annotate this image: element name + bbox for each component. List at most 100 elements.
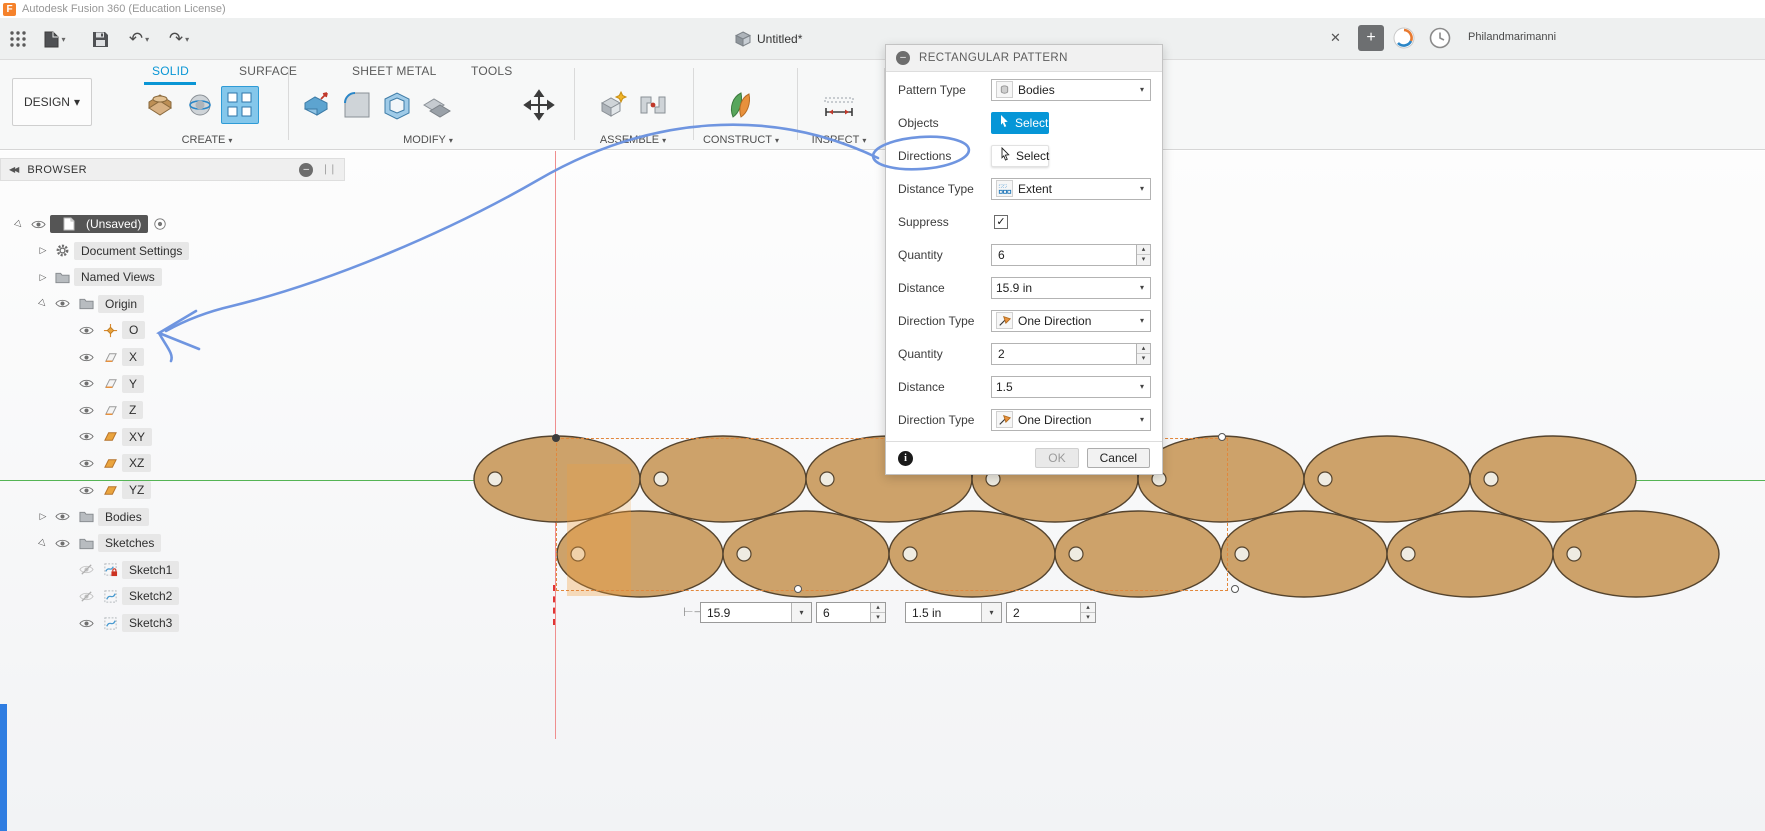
visibility-eye-icon[interactable] (74, 616, 98, 631)
dialog-row-label: Pattern Type (898, 82, 966, 97)
minimize-panel-icon[interactable]: – (299, 162, 314, 177)
tree-item-label[interactable]: Sketch2 (122, 587, 180, 606)
browser-row-sketch3[interactable]: Sketch3 (60, 612, 180, 634)
expander-closed-icon[interactable]: ▷ (36, 272, 50, 283)
ok-button[interactable]: OK (1035, 448, 1079, 468)
visibility-eye-icon[interactable] (50, 536, 74, 551)
stepper-arrows[interactable]: ▴ ▾ (1137, 342, 1151, 365)
distance1-value[interactable]: 15.9 (701, 603, 791, 622)
visibility-eye-icon[interactable] (74, 456, 98, 471)
quantity2-stepper[interactable]: ▴ ▾ (1080, 603, 1095, 622)
tree-item-label[interactable]: Y (122, 374, 145, 393)
quantity1-stepper[interactable]: ▴ ▾ (870, 603, 885, 622)
expander-closed-icon[interactable]: ▷ (36, 245, 50, 256)
tree-item-label[interactable]: X (122, 348, 145, 366)
visibility-eye-icon[interactable] (74, 483, 98, 498)
quantity1-inline-input[interactable]: 6 ▴ ▾ (816, 602, 886, 623)
directions-select-button[interactable]: Select (991, 144, 1049, 167)
browser-row-x[interactable]: X (60, 346, 145, 368)
distance2-inline-input[interactable]: 1.5 in ▾ (905, 602, 1002, 623)
panel-grip-icon[interactable]: ❘❘ (321, 164, 337, 175)
browser-row-z[interactable]: Z (60, 399, 144, 421)
axis-icon (98, 403, 122, 418)
folder-icon (74, 536, 98, 551)
browser-row-origin[interactable]: ▷ Origin (36, 293, 145, 315)
tree-item-label[interactable]: Document Settings (74, 241, 190, 260)
browser-header[interactable]: ◀◀ BROWSER – ❘❘ (0, 158, 345, 181)
expander-closed-icon[interactable]: ▷ (36, 511, 50, 522)
visibility-eye-off-icon[interactable] (74, 589, 98, 604)
visibility-eye-icon[interactable] (74, 350, 98, 365)
tree-item-label[interactable]: YZ (122, 481, 152, 499)
tree-item-label[interactable]: Sketch1 (122, 560, 180, 579)
suppress-checkbox[interactable]: ✓ (994, 214, 1008, 229)
cancel-button[interactable]: Cancel (1086, 448, 1150, 468)
pattern-origin-handle[interactable] (552, 434, 560, 442)
distance2-value[interactable]: 1.5 in (906, 603, 981, 622)
visibility-eye-icon[interactable] (50, 296, 74, 311)
browser-row-xz[interactable]: XZ (60, 452, 152, 474)
direction-type-dropdown[interactable]: One Direction ▾ (991, 408, 1151, 431)
quantity-spinner[interactable]: 6 ▴ ▾ (991, 243, 1151, 266)
browser-row-named-views[interactable]: ▷ Named Views (36, 266, 162, 288)
browser-row-document-settings[interactable]: ▷ Document Settings (36, 240, 190, 262)
visibility-eye-icon[interactable] (74, 403, 98, 418)
quantity2-inline-input[interactable]: 2 ▴ ▾ (1006, 602, 1096, 623)
tree-item-label[interactable]: Sketches (98, 534, 162, 553)
browser-row-bodies[interactable]: ▷ Bodies (36, 506, 149, 528)
objects-select-button[interactable]: Select (991, 111, 1049, 134)
visibility-eye-icon[interactable] (74, 376, 98, 391)
browser-row-yz[interactable]: YZ (60, 479, 152, 501)
bodies-icon (996, 81, 1013, 98)
chevron-down-icon[interactable]: ▾ (791, 603, 811, 622)
tree-item-label[interactable]: (Unsaved) (50, 215, 149, 233)
visibility-eye-off-icon[interactable] (74, 562, 98, 577)
pattern-handle[interactable] (794, 585, 802, 593)
browser-row-y[interactable]: Y (60, 373, 145, 395)
tree-item-label[interactable]: XZ (122, 454, 152, 473)
visibility-eye-icon[interactable] (50, 509, 74, 524)
browser-row-unsaved[interactable]: ▷ (Unsaved) (12, 213, 167, 235)
cursor-icon (999, 146, 1011, 164)
visibility-eye-icon[interactable] (26, 217, 50, 232)
dialog-footer: i OK Cancel (886, 441, 1162, 474)
browser-row-sketches[interactable]: ▷ Sketches (36, 532, 162, 554)
tree-item-label[interactable]: Sketch3 (122, 614, 180, 632)
tree-item-label[interactable]: Named Views (74, 268, 162, 287)
stepper-arrows[interactable]: ▴ ▾ (1137, 243, 1151, 266)
pattern-direction-handle[interactable] (1231, 585, 1239, 593)
tree-item-label[interactable]: O (122, 321, 146, 340)
distance-combo[interactable]: 1.5 ▾ (991, 375, 1151, 398)
pattern-handle[interactable] (1218, 433, 1226, 441)
collapse-panel-icon[interactable]: ◀◀ (9, 165, 19, 174)
direction-type-dropdown[interactable]: One Direction ▾ (991, 309, 1151, 332)
dialog-header[interactable]: – RECTANGULAR PATTERN (886, 45, 1162, 72)
tree-item-label[interactable]: Bodies (98, 507, 149, 526)
distance-type-dropdown[interactable]: Extent ▾ (991, 177, 1151, 200)
dialog-row-pattern-type-0: Pattern Type Bodies ▾ (886, 73, 1162, 106)
collapse-dialog-icon[interactable]: – (896, 51, 910, 65)
tree-item-label[interactable]: XY (122, 427, 153, 446)
quantity-spinner[interactable]: 2 ▴ ▾ (991, 342, 1151, 365)
visibility-eye-icon[interactable] (74, 323, 98, 338)
quantity1-value[interactable]: 6 (817, 603, 870, 622)
quantity2-value[interactable]: 2 (1007, 603, 1080, 622)
dialog-row-distance-type-3: Distance Type Extent ▾ (886, 172, 1162, 205)
info-icon[interactable]: i (898, 450, 913, 466)
distance1-inline-input[interactable]: 15.9 ▾ (700, 602, 812, 623)
pattern-preview-bodies[interactable] (0, 0, 1765, 831)
axis-icon (98, 376, 122, 391)
browser-row-o[interactable]: O (60, 319, 146, 341)
browser-row-sketch1[interactable]: Sketch1 (60, 559, 180, 581)
tree-item-label[interactable]: Z (122, 401, 144, 420)
browser-row-sketch2[interactable]: Sketch2 (60, 585, 180, 607)
document-icon (57, 217, 81, 231)
activate-component-radio[interactable] (153, 217, 167, 231)
distance-combo[interactable]: 15.9 in ▾ (991, 276, 1151, 299)
dialog-row-label: Distance (898, 379, 945, 394)
visibility-eye-icon[interactable] (74, 429, 98, 444)
browser-row-xy[interactable]: XY (60, 426, 153, 448)
chevron-down-icon[interactable]: ▾ (981, 603, 1001, 622)
tree-item-label[interactable]: Origin (98, 294, 145, 313)
pattern-type-dropdown[interactable]: Bodies ▾ (991, 78, 1151, 101)
